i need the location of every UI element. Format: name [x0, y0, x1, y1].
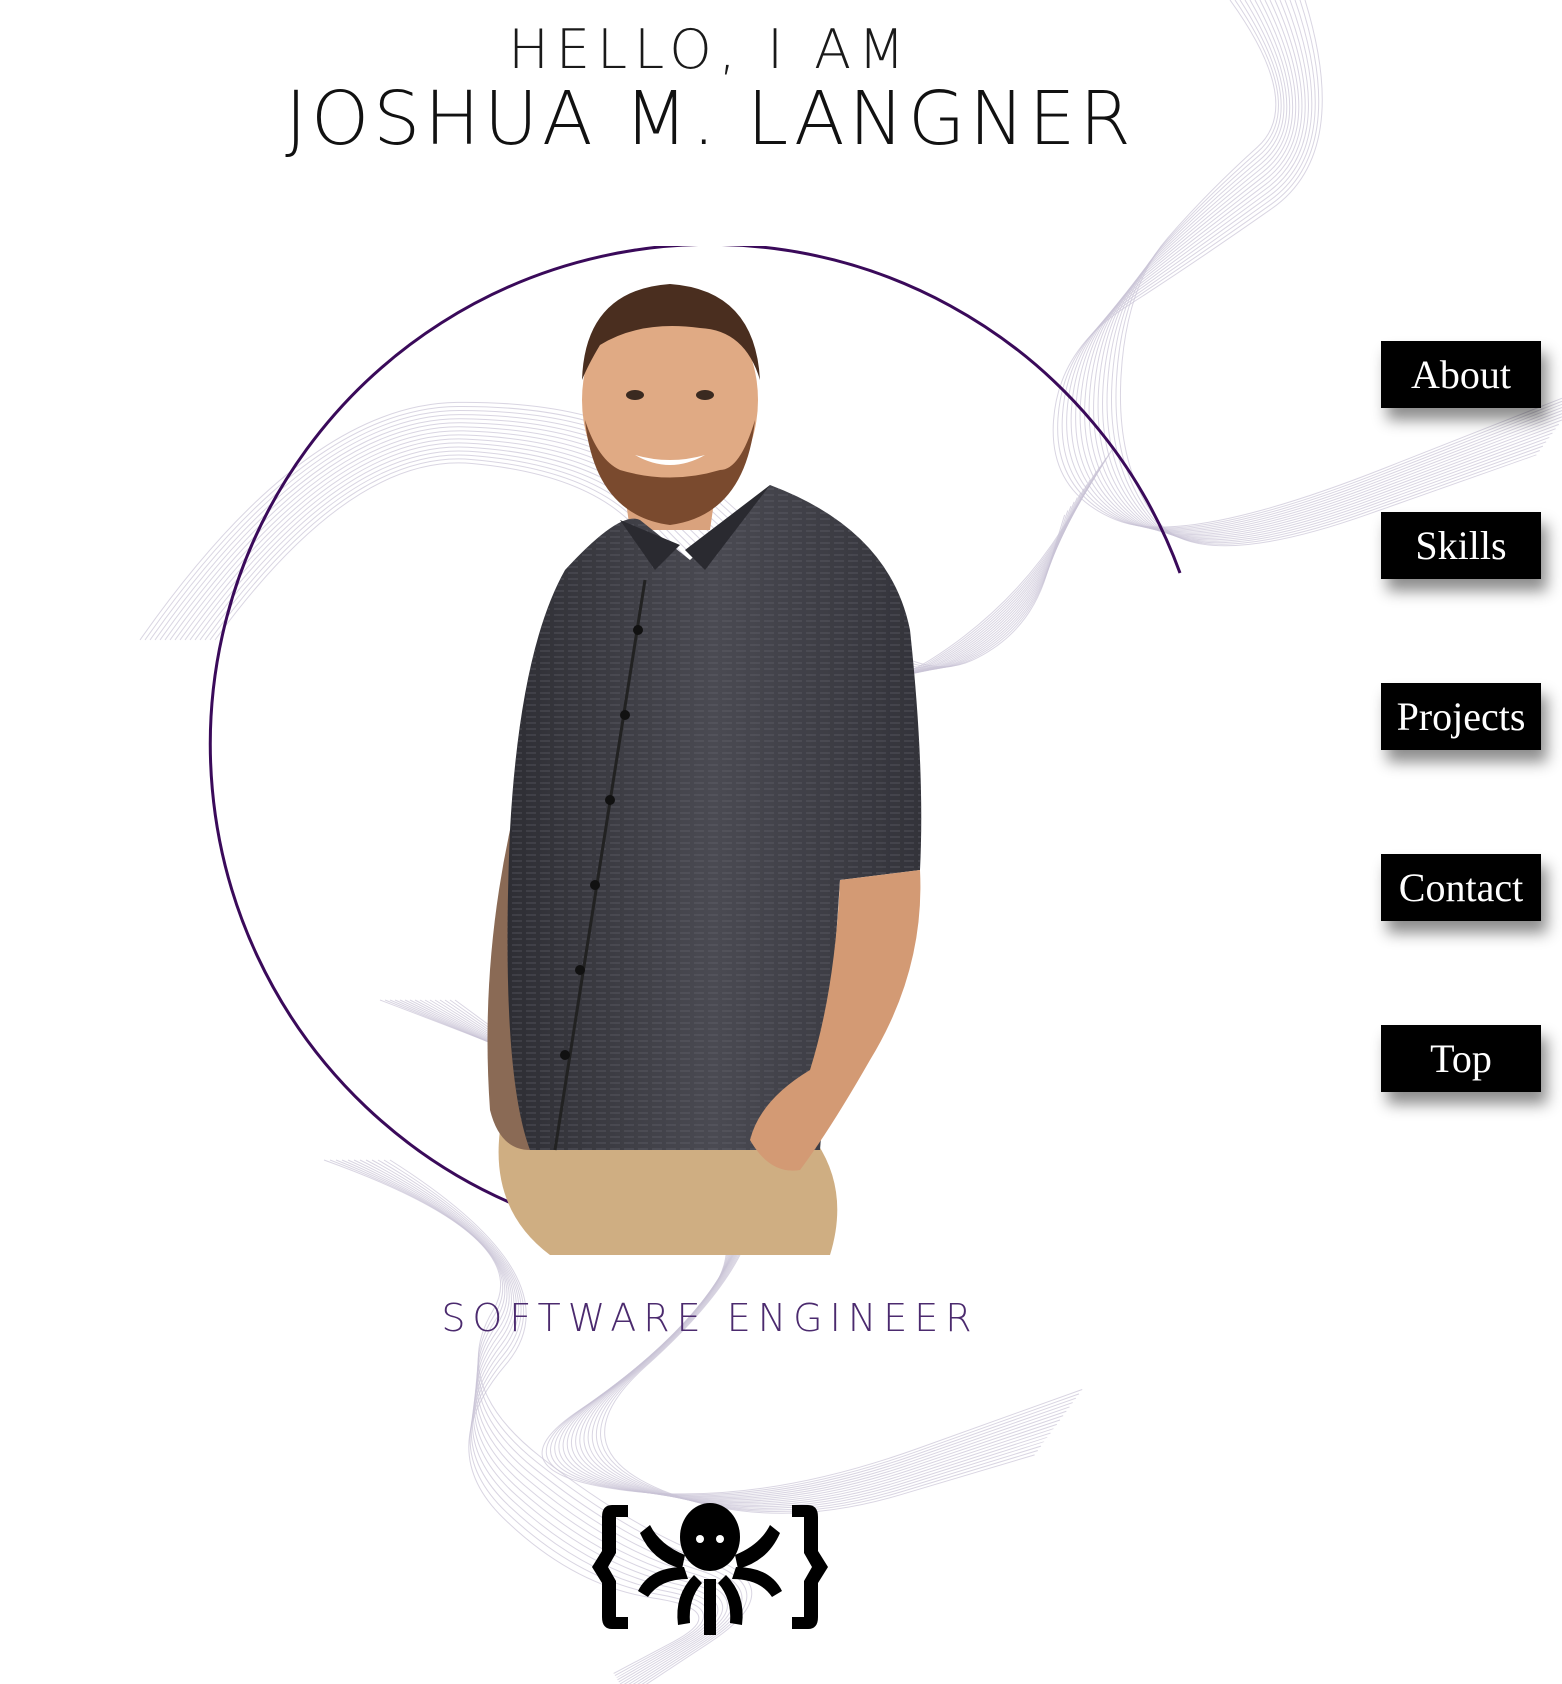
greeting-text: HELLO, I AM: [508, 18, 912, 81]
nav-contact-button[interactable]: Contact: [1381, 854, 1541, 921]
nav-top-button[interactable]: Top: [1381, 1025, 1541, 1092]
octopus-braces-logo-icon: [592, 1503, 828, 1635]
portrait-photo: [487, 284, 922, 1255]
nav-projects-button[interactable]: Projects: [1381, 683, 1541, 750]
side-navigation: About Skills Projects Contact Top: [1381, 341, 1541, 1196]
tagline-text: SOFTWARE ENGINEER: [441, 1296, 979, 1340]
person-name: JOSHUA M. LANGNER: [285, 76, 1135, 162]
nav-skills-button[interactable]: Skills: [1381, 512, 1541, 579]
nav-about-button[interactable]: About: [1381, 341, 1541, 408]
